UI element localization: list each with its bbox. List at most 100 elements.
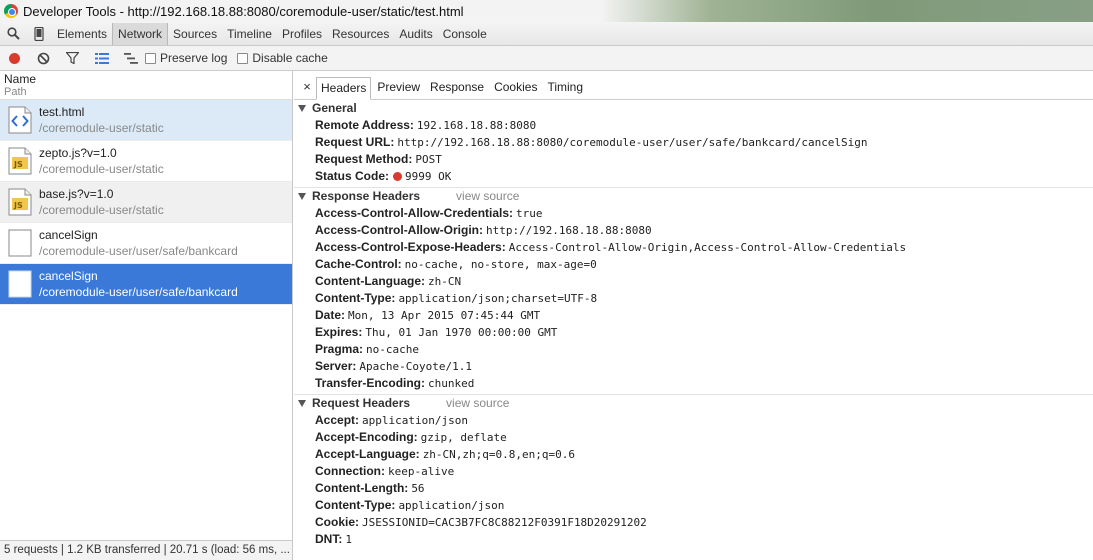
header-row: Access-Control-Expose-Headers: Access-Con…: [294, 239, 1093, 256]
general-section: General Remote Address: 192.168.18.88:808…: [294, 100, 1093, 188]
header-row: Access-Control-Allow-Origin: http://192.1…: [294, 222, 1093, 239]
header-row: Content-Length: 56: [294, 480, 1093, 497]
js-file-icon: JS: [8, 147, 32, 175]
response-headers-section: Response Headers view source Access-Cont…: [294, 188, 1093, 395]
section-title: Response Headers: [312, 189, 421, 203]
header-value: Apache-Coyote/1.1: [359, 360, 472, 373]
tab-audits[interactable]: Audits: [394, 23, 437, 45]
tab-resources[interactable]: Resources: [327, 23, 394, 45]
header-row: Server: Apache-Coyote/1.1: [294, 358, 1093, 375]
header-key: Content-Language:: [315, 274, 425, 288]
tab-sources[interactable]: Sources: [168, 23, 222, 45]
request-row[interactable]: test.html /coremodule-user/static: [0, 100, 292, 141]
header-value: Thu, 01 Jan 1970 00:00:00 GMT: [365, 326, 558, 339]
request-name: zepto.js?v=1.0: [39, 146, 117, 160]
search-icon[interactable]: [0, 22, 26, 46]
checkbox-box[interactable]: [237, 52, 249, 64]
header-row: Content-Type: application/json: [294, 497, 1093, 514]
header-key: Request Method:: [315, 152, 413, 166]
request-row[interactable]: cancelSign /coremodule-user/user/safe/ba…: [0, 223, 292, 264]
request-headers-toggle[interactable]: Request Headers view source: [294, 395, 1093, 412]
header-value: zh-CN,zh;q=0.8,en;q=0.6: [422, 448, 576, 461]
header-row: Content-Type: application/json;charset=UT…: [294, 290, 1093, 307]
request-path: /coremodule-user/user/safe/bankcard: [39, 244, 238, 258]
header-key: Accept-Language:: [315, 447, 420, 461]
header-value: zh-CN: [428, 275, 462, 288]
main-tab-bar: Elements Network Sources Timeline Profil…: [0, 22, 1093, 46]
header-row: Expires: Thu, 01 Jan 1970 00:00:00 GMT: [294, 324, 1093, 341]
header-key: Request URL:: [315, 135, 395, 149]
header-key: Expires:: [315, 325, 363, 339]
header-row: Accept-Language: zh-CN,zh;q=0.8,en;q=0.6: [294, 446, 1093, 463]
general-section-toggle[interactable]: General: [294, 100, 1093, 117]
header-row: Cache-Control: no-cache, no-store, max-ag…: [294, 256, 1093, 273]
filter-icon[interactable]: [58, 46, 87, 71]
request-row[interactable]: JS zepto.js?v=1.0 /coremodule-user/stati…: [0, 141, 292, 182]
header-key: Content-Type:: [315, 291, 396, 305]
view-source-link[interactable]: view source: [456, 188, 519, 205]
expand-triangle-icon: [298, 400, 306, 407]
blank-file-icon: [8, 270, 32, 298]
header-row: Request URL: http://192.168.18.88:8080/co…: [294, 134, 1093, 151]
header-value: 56: [411, 482, 425, 495]
header-row: Access-Control-Allow-Credentials: true: [294, 205, 1093, 222]
view-source-link[interactable]: view source: [446, 395, 509, 412]
header-key: Status Code:: [315, 169, 390, 183]
window-title: Developer Tools - http://192.168.18.88:8…: [23, 3, 464, 19]
header-value: http://192.168.18.88:8080: [486, 224, 652, 237]
network-summary-status: 5 requests | 1.2 KB transferred | 20.71 …: [0, 540, 292, 560]
request-list-panel: Name Path test.html /coremodule-user/sta…: [0, 71, 293, 560]
request-name: cancelSign: [39, 228, 98, 242]
tab-console[interactable]: Console: [438, 23, 492, 45]
checkbox-box[interactable]: [145, 52, 156, 64]
header-value: 9999 OK: [405, 170, 452, 183]
blank-file-icon: [8, 229, 32, 257]
large-rows-icon[interactable]: [87, 46, 116, 71]
header-value: JSESSIONID=CAC3B7FC8C88212F0391F18D20291…: [362, 516, 647, 529]
section-title: Request Headers: [312, 396, 411, 410]
header-value: application/json: [398, 499, 505, 512]
header-key: Connection:: [315, 464, 385, 478]
request-name: cancelSign: [39, 269, 98, 283]
request-row-selected[interactable]: cancelSign /coremodule-user/user/safe/ba…: [0, 264, 292, 305]
tab-profiles[interactable]: Profiles: [277, 23, 327, 45]
status-dot-icon: [393, 172, 403, 181]
request-row[interactable]: JS base.js?v=1.0 /coremodule-user/static: [0, 182, 292, 223]
response-headers-toggle[interactable]: Response Headers view source: [294, 188, 1093, 205]
overview-icon[interactable]: [116, 46, 145, 71]
header-row: Request Method: POST: [294, 151, 1093, 168]
header-key: Access-Control-Expose-Headers:: [315, 240, 506, 254]
close-icon[interactable]: ×: [298, 75, 316, 99]
network-toolbar: Preserve log Disable cache: [0, 46, 1093, 71]
request-list-header[interactable]: Name Path: [0, 71, 292, 100]
disable-cache-checkbox[interactable]: Disable cache: [237, 51, 328, 65]
header-value: POST: [415, 153, 442, 166]
record-icon[interactable]: [0, 46, 29, 71]
header-value: Mon, 13 Apr 2015 07:45:44 GMT: [348, 309, 541, 322]
tab-cookies[interactable]: Cookies: [490, 77, 541, 99]
html-file-icon: [8, 106, 32, 134]
header-key: Content-Type:: [315, 498, 396, 512]
clear-icon[interactable]: [29, 46, 58, 71]
preserve-log-checkbox[interactable]: Preserve log: [145, 51, 227, 65]
tab-response[interactable]: Response: [426, 77, 488, 99]
device-mode-icon[interactable]: [26, 22, 52, 46]
tab-headers[interactable]: Headers: [316, 77, 372, 100]
header-row: Connection: keep-alive: [294, 463, 1093, 480]
expand-triangle-icon: [298, 105, 306, 112]
tab-timing[interactable]: Timing: [543, 77, 587, 99]
header-key: Content-Length:: [315, 481, 409, 495]
tab-elements[interactable]: Elements: [52, 23, 112, 45]
tab-timeline[interactable]: Timeline: [222, 23, 277, 45]
tab-network[interactable]: Network: [112, 22, 169, 45]
tab-preview[interactable]: Preview: [373, 77, 424, 99]
column-name-label: Name: [4, 72, 37, 86]
header-key: Access-Control-Allow-Credentials:: [315, 206, 514, 220]
header-row: Date: Mon, 13 Apr 2015 07:45:44 GMT: [294, 307, 1093, 324]
header-key: Cache-Control:: [315, 257, 402, 271]
section-title: General: [312, 101, 357, 115]
header-value: application/json: [362, 414, 468, 427]
column-path-label: Path: [4, 86, 27, 98]
request-headers-section: Request Headers view source Accept: appli…: [294, 395, 1093, 548]
header-value: 1: [345, 533, 352, 546]
